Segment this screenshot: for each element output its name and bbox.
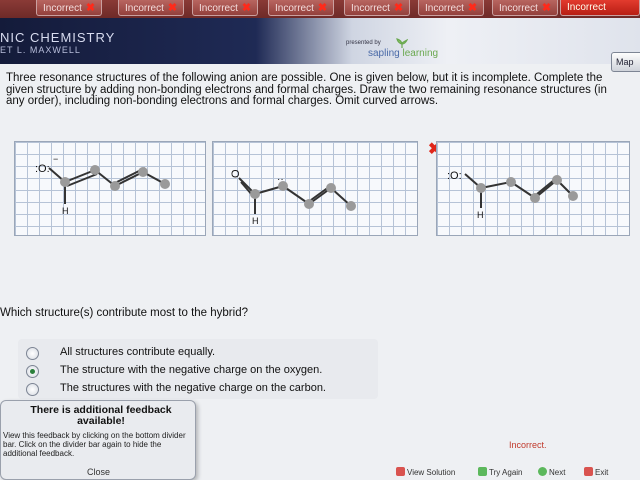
feedback-title: There is additional feedback available! bbox=[30, 404, 172, 427]
structure-3-drawing: :O: H bbox=[447, 170, 578, 220]
try-again-button[interactable]: Try Again bbox=[478, 467, 523, 477]
radio-button-selected[interactable] bbox=[26, 365, 39, 378]
option-all-equal[interactable]: All structures contribute equally. bbox=[26, 345, 376, 361]
oxygen-atom-label: :O: bbox=[35, 163, 50, 175]
try-again-label: Try Again bbox=[489, 468, 523, 477]
incorrect-x-icon: ✖ bbox=[167, 2, 178, 14]
hydrogen-atom-label: H bbox=[477, 210, 484, 220]
option-charge-on-oxygen[interactable]: The structure with the negative charge o… bbox=[26, 363, 376, 379]
course-author: ET L. MAXWELL bbox=[0, 45, 81, 55]
view-solution-label: View Solution bbox=[407, 468, 456, 477]
feedback-close-button[interactable]: Close bbox=[87, 467, 110, 477]
map-button[interactable]: Map bbox=[611, 52, 640, 72]
formal-charge-label: − bbox=[53, 154, 58, 164]
option-label: The structures with the negative charge … bbox=[60, 382, 326, 394]
structure-canvas-3[interactable]: :O: H bbox=[436, 141, 630, 236]
incorrect-x-icon: ✖ bbox=[85, 2, 96, 14]
option-label: All structures contribute equally. bbox=[60, 346, 216, 358]
question-tab-6[interactable]: Incorrect ✖ bbox=[418, 0, 485, 16]
hydrogen-atom-label: H bbox=[62, 206, 69, 216]
question-text: Three resonance structures of the follow… bbox=[6, 72, 607, 107]
next-arrow-icon bbox=[538, 467, 547, 476]
tab-label: Incorrect bbox=[499, 3, 538, 14]
tab-label: Incorrect bbox=[351, 3, 390, 14]
oxygen-atom-label: :O: bbox=[447, 170, 462, 182]
feedback-popup: There is additional feedback available! … bbox=[0, 400, 196, 480]
feedback-body: View this feedback by clicking on the bo… bbox=[3, 431, 186, 458]
tab-label: Incorrect bbox=[425, 3, 464, 14]
question-tab-current[interactable]: Incorrect bbox=[560, 0, 640, 16]
structure-1-drawing: :O: − H bbox=[35, 154, 170, 216]
view-solution-icon bbox=[396, 467, 405, 476]
hydrogen-atom-label: H bbox=[252, 216, 259, 226]
radio-button[interactable] bbox=[26, 383, 39, 396]
tab-label: Incorrect bbox=[567, 2, 606, 13]
lone-pair-label: ·· bbox=[277, 174, 284, 185]
hybrid-question-text: Which structure(s) contribute most to th… bbox=[0, 307, 248, 319]
tab-label: Incorrect bbox=[125, 3, 164, 14]
incorrect-x-icon: ✖ bbox=[467, 2, 478, 14]
option-charge-on-carbon[interactable]: The structures with the negative charge … bbox=[26, 381, 376, 397]
incorrect-x-icon: ✖ bbox=[541, 2, 552, 14]
radio-button[interactable] bbox=[26, 347, 39, 360]
sapling-sprout-icon bbox=[396, 38, 408, 48]
structure-canvas-1[interactable]: :O: − H bbox=[14, 141, 206, 236]
question-tab-3[interactable]: Incorrect ✖ bbox=[192, 0, 259, 16]
incorrect-x-icon: ✖ bbox=[317, 2, 328, 14]
question-tab-1[interactable]: Incorrect ✖ bbox=[36, 0, 103, 16]
question-tab-2[interactable]: Incorrect ✖ bbox=[118, 0, 185, 16]
exit-icon bbox=[584, 467, 593, 476]
presented-by-label: presented by bbox=[346, 40, 381, 46]
question-tab-4[interactable]: Incorrect ✖ bbox=[268, 0, 335, 16]
bottom-action-bar: View Solution Try Again Next Exit bbox=[200, 462, 640, 480]
course-banner: NIC CHEMISTRY ET L. MAXWELL presented by… bbox=[0, 18, 640, 72]
tab-label: Incorrect bbox=[43, 3, 82, 14]
question-tab-7[interactable]: Incorrect ✖ bbox=[492, 0, 559, 16]
brand-sapling: sapling bbox=[368, 48, 400, 59]
sapling-learning-logo: sapling learning bbox=[368, 48, 438, 59]
next-button[interactable]: Next bbox=[538, 467, 565, 477]
incorrect-x-icon: ✖ bbox=[393, 2, 404, 14]
incorrect-x-icon: ✖ bbox=[241, 2, 252, 14]
exit-label: Exit bbox=[595, 468, 609, 477]
exit-button[interactable]: Exit bbox=[584, 467, 608, 477]
question-tab-5[interactable]: Incorrect ✖ bbox=[344, 0, 411, 16]
tab-label: Incorrect bbox=[199, 3, 238, 14]
course-title: NIC CHEMISTRY bbox=[0, 30, 116, 45]
question-tab-strip: Incorrect ✖ Incorrect ✖ Incorrect ✖ Incorre… bbox=[0, 0, 640, 18]
structure-2-drawing: O ·· H bbox=[230, 169, 356, 226]
answer-options: All structures contribute equally. The s… bbox=[18, 339, 378, 399]
oxygen-atom-label: O bbox=[230, 169, 242, 178]
tab-label: Incorrect bbox=[275, 3, 314, 14]
status-text: Incorrect. bbox=[509, 440, 547, 450]
structure-canvas-2[interactable]: O ·· H bbox=[212, 141, 418, 236]
view-solution-button[interactable]: View Solution bbox=[396, 467, 455, 477]
option-label: The structure with the negative charge o… bbox=[60, 364, 323, 376]
next-label: Next bbox=[549, 468, 566, 477]
try-again-icon bbox=[478, 467, 487, 476]
brand-learning: learning bbox=[402, 48, 439, 59]
